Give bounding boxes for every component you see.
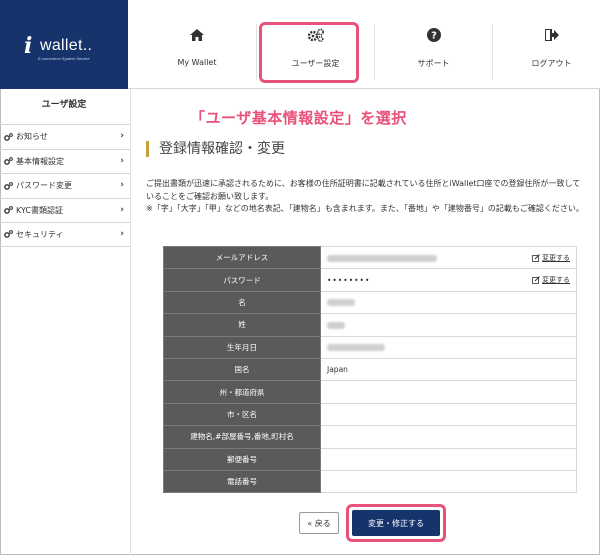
table-row: 市・区名 [163,402,577,427]
description: ご提出書類が迅速に承認されるために、お客様の住所証明書に記載されている住所とiW… [146,178,586,216]
redacted-value [327,254,437,262]
nav-label: My Wallet [177,58,217,67]
nav-my-wallet[interactable]: My Wallet [138,24,256,80]
gear-icon [4,230,14,239]
sidebar-title: ユーザ設定 [41,100,87,110]
table-row: パスワード •••••••• 変更する [163,268,577,292]
row-label: 州・都道府県 [163,380,321,404]
annotation-text: 「ユーザ基本情報設定」を選択 [190,109,407,127]
description-line: ご提出書類が迅速に承認されるために、お客様の住所証明書に記載されている住所とiW… [146,179,581,201]
gear-icon [4,157,14,166]
row-value-address [320,425,577,449]
highlight-user-settings [259,22,359,83]
password-mask: •••••••• [327,275,371,285]
change-link-label: 変更する [542,254,570,262]
row-label: メールアドレス [163,245,321,270]
edit-icon [532,276,540,285]
edit-icon [532,254,540,262]
chevron-right-icon: › [120,180,124,190]
row-value-prefecture [320,380,577,404]
table-row: 州・都道府県 [163,380,577,404]
logo[interactable]: i wallet.. E-commerce System Service [0,0,128,89]
table-row: 電話番号 [163,469,577,494]
chevron-right-icon: › [120,229,124,239]
table-row: 生年月日 [163,335,577,359]
nav-support[interactable]: ? サポート [374,24,492,80]
nav-label: ログアウト [531,59,572,68]
logo-subtitle: E-commerce System Service [38,56,90,61]
gear-icon [4,206,14,215]
redacted-value [327,321,345,329]
logo-text: wallet.. [40,37,93,54]
sidebar: お知らせ › 基本情報設定 › パスワード変更 › KYC書類認証 › セキュリ… [0,124,130,247]
chevron-right-icon: › [120,131,124,141]
question-icon: ? [426,24,441,46]
table-row: メールアドレス 変更する [163,245,577,270]
info-table: メールアドレス 変更する パスワード •••••••• 変更する 名 姓 生年月… [163,245,577,494]
row-value-phone [320,469,577,494]
row-label: 市・区名 [163,402,321,427]
row-label: 建物名,#部屋番号,番地,町村名 [163,425,321,449]
row-label: パスワード [163,268,321,292]
top-navigation: My Wallet ユーザー設定 ? サポート ログアウト [128,0,600,89]
redacted-value [327,344,385,352]
back-button[interactable]: « 戻る [299,512,339,534]
chevron-right-icon: › [120,155,124,166]
row-value-email: 変更する [320,245,577,270]
sidebar-divider [130,89,131,555]
logo-mark: i [24,33,33,59]
row-value-country: Japan [320,357,577,382]
sidebar-item-label: 基本情報設定 [16,156,64,166]
sidebar-item-news[interactable]: お知らせ › [0,124,130,149]
nav-label: サポート [417,59,450,68]
row-label: 電話番号 [163,469,321,494]
sidebar-item-basic-info[interactable]: 基本情報設定 › [0,148,130,174]
nav-logout[interactable]: ログアウト [492,24,600,80]
highlight-edit-button [346,504,446,542]
table-row: 国名 Japan [163,357,577,382]
page-title: 登録情報確認・変更 [146,141,285,157]
row-value-city [320,402,577,427]
table-row: 名 [163,290,577,315]
home-icon [190,24,204,46]
svg-text:?: ? [431,31,437,42]
change-password-link[interactable]: 変更する [532,275,570,285]
change-link-label: 変更する [542,276,570,285]
logout-icon [544,24,559,46]
table-row: 姓 [163,313,577,337]
row-value-password: •••••••• 変更する [320,268,577,292]
change-email-link[interactable]: 変更する [532,253,570,263]
gear-icon [4,132,14,141]
row-value-first-name [320,290,577,315]
row-label: 郵便番号 [163,447,321,471]
description-note: ※「字」「大字」「甲」などの地名表記、「建物名」も含まれます。また、「番地」や「… [146,204,584,213]
table-row: 郵便番号 [163,447,577,471]
row-label: 国名 [163,357,321,382]
sidebar-item-label: お知らせ [16,132,48,142]
chevron-right-icon: › [120,204,124,215]
sidebar-item-label: セキュリティ [16,229,64,239]
row-label: 姓 [163,313,321,337]
sidebar-item-label: KYC書類認証 [16,205,63,215]
sidebar-item-kyc[interactable]: KYC書類認証 › [0,197,130,223]
redacted-value [327,299,355,307]
table-row: 建物名,#部屋番号,番地,町村名 [163,425,577,449]
row-label: 名 [163,290,321,315]
sidebar-item-security[interactable]: セキュリティ › [0,222,130,247]
row-value-last-name [320,313,577,337]
row-value-birthdate [320,335,577,359]
row-label: 生年月日 [163,335,321,359]
row-value-postal-code [320,447,577,471]
gear-icon [4,181,14,190]
sidebar-item-password[interactable]: パスワード変更 › [0,173,130,198]
sidebar-item-label: パスワード変更 [16,181,72,191]
